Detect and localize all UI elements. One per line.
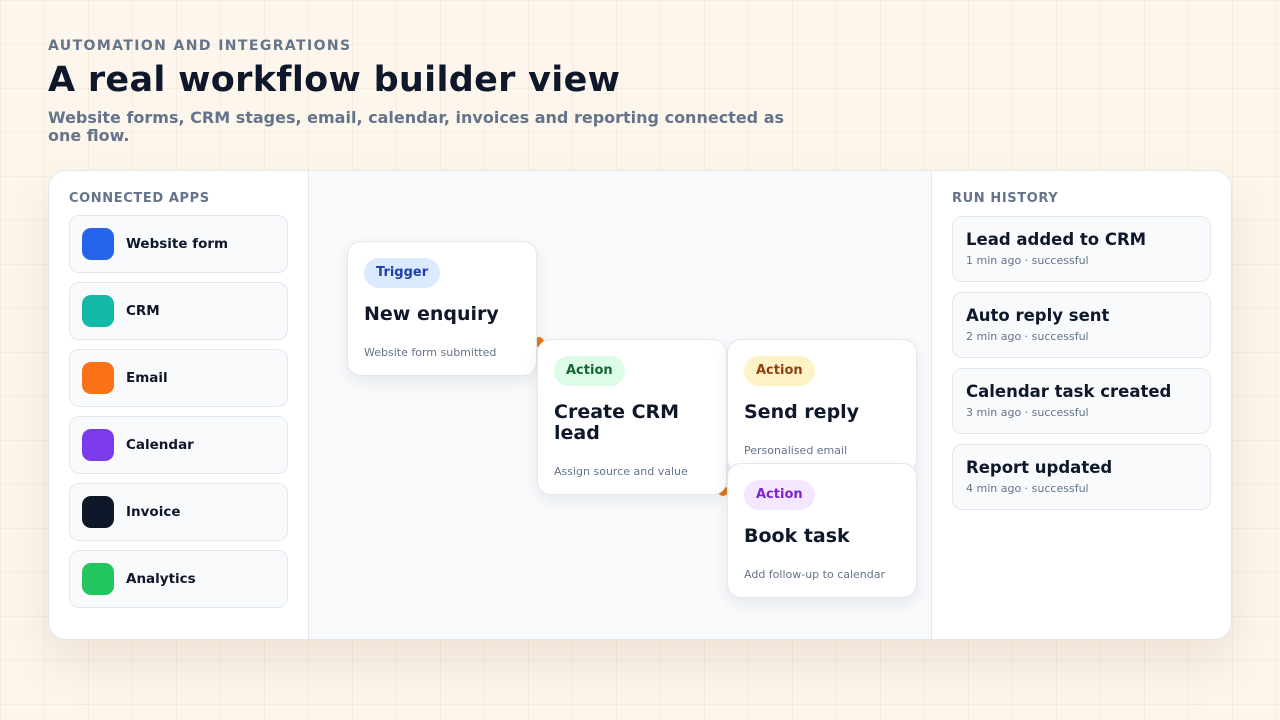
page-title: A real workflow builder view — [48, 60, 621, 100]
app-label: CRM — [126, 303, 160, 319]
node-title: New enquiry — [364, 303, 499, 325]
node-type-badge: Action — [744, 356, 815, 386]
app-label: Website form — [126, 236, 229, 252]
run-history-meta: 3 min ago · successful — [966, 406, 1089, 419]
workflow-node-send-reply[interactable]: Action Send reply Personalised email — [727, 339, 917, 473]
node-title: Send reply — [744, 401, 860, 423]
run-history-meta: 1 min ago · successful — [966, 254, 1089, 267]
run-history-title: Calendar task created — [966, 382, 1172, 401]
calendar-icon — [82, 429, 114, 461]
run-history-title: Lead added to CRM — [966, 230, 1147, 249]
node-type-badge: Action — [554, 356, 625, 386]
crm-icon — [82, 295, 114, 327]
website-form-icon — [82, 228, 114, 260]
page-subtitle: Website forms, CRM stages, email, calend… — [48, 108, 785, 145]
app-label: Email — [126, 370, 168, 386]
node-type-badge: Action — [744, 480, 815, 510]
page-eyebrow: AUTOMATION AND INTEGRATIONS — [48, 38, 352, 54]
workflow-node-new-enquiry[interactable]: Trigger New enquiry Website form submitt… — [347, 241, 537, 376]
app-item-invoice[interactable]: Invoice — [69, 483, 288, 541]
run-history-item[interactable]: Report updated 4 min ago · successful — [952, 444, 1211, 510]
run-history-panel: RUN HISTORY Lead added to CRM 1 min ago … — [931, 171, 1231, 639]
app-item-crm[interactable]: CRM — [69, 282, 288, 340]
run-history-list: Lead added to CRM 1 min ago · successful… — [952, 216, 1211, 520]
run-history-item[interactable]: Lead added to CRM 1 min ago · successful — [952, 216, 1211, 282]
connected-apps-panel: CONNECTED APPS Website form CRM Email Ca… — [49, 171, 309, 639]
node-description: Personalised email — [744, 444, 848, 457]
node-description: Website form submitted — [364, 346, 497, 359]
connected-apps-heading: CONNECTED APPS — [69, 191, 210, 206]
analytics-icon — [82, 563, 114, 595]
invoice-icon — [82, 496, 114, 528]
workflow-node-book-task[interactable]: Action Book task Add follow-up to calend… — [727, 463, 917, 598]
workflow-node-create-crm-lead[interactable]: Action Create CRM lead Assign source and… — [537, 339, 727, 495]
app-label: Calendar — [126, 437, 194, 453]
run-history-title: Report updated — [966, 458, 1113, 477]
run-history-meta: 4 min ago · successful — [966, 482, 1089, 495]
workflow-board: CONNECTED APPS Website form CRM Email Ca… — [48, 170, 1232, 640]
app-label: Analytics — [126, 571, 196, 587]
node-type-badge: Trigger — [364, 258, 441, 288]
node-title: Book task — [744, 525, 850, 547]
email-icon — [82, 362, 114, 394]
run-history-item[interactable]: Calendar task created 3 min ago · succes… — [952, 368, 1211, 434]
node-description: Add follow-up to calendar — [744, 568, 886, 581]
run-history-title: Auto reply sent — [966, 306, 1110, 325]
workflow-canvas[interactable]: Trigger New enquiry Website form submitt… — [309, 171, 933, 639]
run-history-item[interactable]: Auto reply sent 2 min ago · successful — [952, 292, 1211, 358]
node-title: Create CRM lead — [554, 401, 680, 444]
run-history-heading: RUN HISTORY — [952, 191, 1059, 206]
connected-apps-list: Website form CRM Email Calendar Invoice … — [69, 215, 288, 617]
app-item-email[interactable]: Email — [69, 349, 288, 407]
app-item-website-form[interactable]: Website form — [69, 215, 288, 273]
app-label: Invoice — [126, 504, 181, 520]
node-description: Assign source and value — [554, 465, 688, 478]
app-item-analytics[interactable]: Analytics — [69, 550, 288, 608]
app-item-calendar[interactable]: Calendar — [69, 416, 288, 474]
run-history-meta: 2 min ago · successful — [966, 330, 1089, 343]
